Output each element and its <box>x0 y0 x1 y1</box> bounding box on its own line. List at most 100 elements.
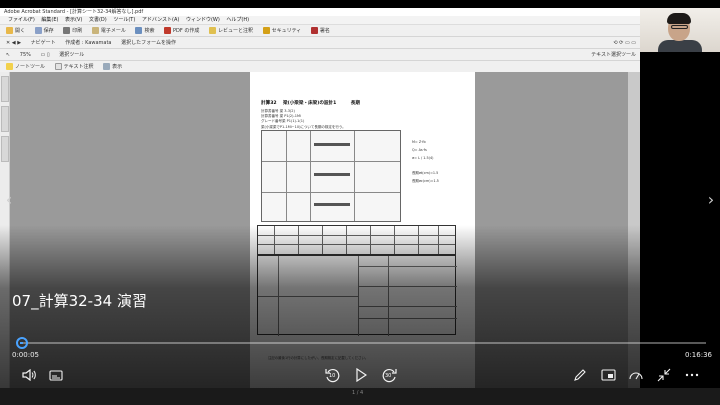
pages-tab[interactable] <box>1 76 9 102</box>
email-button[interactable]: 電子メール <box>90 25 128 36</box>
video-title: 07_計算32-34 演習 <box>12 292 147 310</box>
mini-player-button[interactable] <box>597 364 619 386</box>
menu-item-document[interactable]: 文書(D) <box>89 17 107 23</box>
sign-label: 署名 <box>319 28 330 34</box>
open-label: 開く <box>15 28 26 34</box>
pen-sign-icon <box>310 27 318 34</box>
skip-back-button[interactable]: 10 <box>322 364 344 386</box>
menu-item-file[interactable]: ファイル(F) <box>8 17 35 23</box>
more-icon <box>685 373 699 377</box>
captions-button[interactable] <box>45 364 67 386</box>
note-icon <box>6 63 13 70</box>
grid-line <box>354 131 355 221</box>
captions-icon <box>49 369 63 381</box>
select-tool-icon[interactable]: ↖ <box>4 49 12 60</box>
menu-item-help[interactable]: ヘルプ(H) <box>226 17 249 23</box>
play-icon <box>356 368 367 382</box>
history-buttons[interactable]: ⟲ ⟳ ▭ ▭ <box>613 37 636 48</box>
menu-item-tools[interactable]: ツール(T) <box>113 17 135 23</box>
print-button[interactable]: 印刷 <box>61 25 84 36</box>
skip-back-label: 10 <box>329 373 336 379</box>
signatures-tab[interactable] <box>1 136 9 162</box>
webcam-feed <box>640 8 720 52</box>
selection-tool[interactable]: 選択ツール <box>57 49 86 60</box>
save-button[interactable]: 保存 <box>33 25 56 36</box>
formula-line: M= Z·fb <box>412 140 426 144</box>
next-arrow-icon[interactable]: › <box>704 190 718 210</box>
grid-line <box>286 131 287 221</box>
skip-forward-button[interactable]: 30 <box>378 364 400 386</box>
navigation-toolbar: ✕ ◀ ▶ ナビゲート 作成者 : Kawamata 選択したフォームを操作 ⟲… <box>0 37 640 49</box>
review-button[interactable]: レビューと注釈 <box>207 25 255 36</box>
menu-item-edit[interactable]: 編集(E) <box>41 17 58 23</box>
save-icon <box>34 27 42 34</box>
author-label: 作成者 : Kawamata <box>65 40 112 46</box>
playback-speed-icon <box>629 372 643 380</box>
text-comment-label: テキスト注釈 <box>63 64 94 70</box>
pdf-icon <box>164 27 172 34</box>
volume-icon <box>22 369 36 381</box>
more-button[interactable] <box>681 364 703 386</box>
beam-diagram-table <box>261 130 401 222</box>
show-label: 表示 <box>112 64 123 70</box>
pen-icon <box>574 369 586 381</box>
collapse-button[interactable] <box>653 364 675 386</box>
heading-number: 計算32 <box>261 101 277 106</box>
formula-line: 長期σt(cm)=1.5 <box>412 171 439 175</box>
presenter-hair <box>667 13 691 24</box>
annotate-button[interactable] <box>569 364 591 386</box>
zoom-value[interactable]: 75% <box>18 49 33 60</box>
save-label: 保存 <box>43 28 54 34</box>
search-button[interactable]: 検索 <box>133 25 156 36</box>
search-icon <box>135 27 143 34</box>
formula-line: σ= L / 1.5(4) <box>412 156 434 160</box>
sign-button[interactable]: 署名 <box>309 25 332 36</box>
folder-icon <box>6 27 13 34</box>
play-button[interactable] <box>350 364 372 386</box>
search-label: 検索 <box>144 28 155 34</box>
text-select-tool[interactable]: テキスト選択ツール <box>591 49 636 60</box>
heading-title: 梁(小梁梁・床梁)の設計1 <box>283 101 337 106</box>
beam-drawing <box>314 173 350 176</box>
screen: Adobe Acrobat Standard - [計算シート32-34解答なし… <box>0 0 720 405</box>
player-controls: 10 30 <box>0 364 720 386</box>
security-button[interactable]: セキュリティ <box>261 25 304 36</box>
menu-bar: ファイル(F) 編集(E) 表示(V) 文書(D) ツール(T) アドバンスト(… <box>0 16 640 25</box>
main-toolbar: 開く 保存 印刷 電子メール 検索 PDF の作成 レビューと注釈 セキュリティ… <box>0 25 640 37</box>
grid-line <box>262 161 400 162</box>
mini-player-icon <box>600 369 616 381</box>
lock-icon <box>262 27 270 34</box>
mail-icon <box>91 27 99 34</box>
open-button[interactable]: 開く <box>4 25 27 36</box>
security-label: セキュリティ <box>271 28 302 34</box>
view-toolbar: ↖ 75% ▭ ▯ 選択ツール テキスト選択ツール <box>0 49 640 61</box>
beam-drawing <box>314 203 350 206</box>
printer-icon <box>63 27 71 34</box>
form-select-label[interactable]: 選択したフォームを操作 <box>119 37 178 48</box>
heading-right: 長期 <box>350 101 360 106</box>
formula-line: 長期σc(cm)=1.5 <box>412 179 439 183</box>
previous-arrow-icon[interactable]: ‹ <box>2 190 16 210</box>
create-pdf-label: PDF の作成 <box>173 28 200 34</box>
note-tool-label: ノートツール <box>15 64 46 70</box>
menu-item-view[interactable]: 表示(V) <box>65 17 82 23</box>
navigate-label[interactable]: ナビゲート <box>29 37 58 48</box>
print-label: 印刷 <box>72 28 83 34</box>
presenter-body <box>658 40 702 52</box>
page-fit-icon[interactable]: ▭ ▯ <box>39 49 52 60</box>
menu-item-advanced[interactable]: アドバンスト(A) <box>142 17 179 23</box>
seek-bar[interactable] <box>20 342 706 344</box>
beam-drawing <box>314 143 350 146</box>
collapse-icon <box>657 368 671 382</box>
playback-speed-button[interactable] <box>625 364 647 386</box>
nav-arrows[interactable]: ✕ ◀ ▶ <box>4 37 23 48</box>
skip-forward-label: 30 <box>385 373 392 379</box>
create-pdf-button[interactable]: PDF の作成 <box>162 25 201 36</box>
bookmarks-tab[interactable] <box>1 106 9 132</box>
comment-icon <box>208 27 216 34</box>
seek-thumb[interactable] <box>16 337 28 349</box>
text-box-icon <box>54 63 62 70</box>
menu-item-window[interactable]: ウィンドウ(W) <box>186 17 220 23</box>
grid-line <box>310 131 311 221</box>
volume-button[interactable] <box>18 364 40 386</box>
